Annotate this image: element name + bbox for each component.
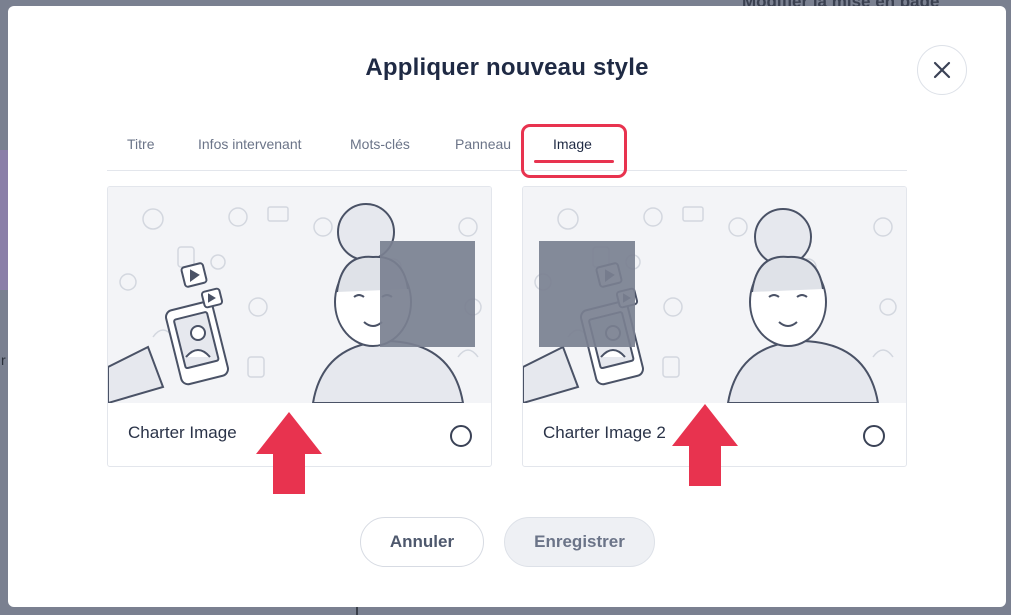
- card-label: Charter Image 2: [543, 423, 666, 442]
- cancel-button[interactable]: Annuler: [360, 517, 484, 567]
- close-button[interactable]: [917, 45, 967, 95]
- card-radio[interactable]: [863, 425, 885, 447]
- apply-style-modal: Appliquer nouveau style Titre Infos inte…: [8, 6, 1006, 607]
- annotation-arrow-up-icon: [672, 404, 738, 486]
- background-divider: [356, 606, 358, 615]
- card-label: Charter Image: [128, 423, 237, 442]
- card-preview-image: [108, 187, 491, 405]
- illustration-person-phone: [108, 203, 482, 405]
- tab-titre[interactable]: Titre: [127, 136, 154, 152]
- card-radio[interactable]: [450, 425, 472, 447]
- card-preview-image: [523, 187, 906, 405]
- tab-panneau[interactable]: Panneau: [455, 136, 511, 152]
- illustration-person-phone: [523, 206, 897, 405]
- modal-title: Appliquer nouveau style: [365, 54, 649, 81]
- tab-image-highlight-box: [521, 124, 627, 178]
- annotation-arrow-up-icon: [256, 412, 322, 494]
- tab-infos-intervenant[interactable]: Infos intervenant: [198, 136, 302, 152]
- save-button[interactable]: Enregistrer: [504, 517, 655, 567]
- background-left-strip: [0, 150, 8, 290]
- style-tabs: Titre Infos intervenant Mots-clés Pannea…: [107, 126, 907, 171]
- background-left-fragment: r: [1, 352, 6, 368]
- close-icon: [933, 61, 951, 79]
- tab-mots-cles[interactable]: Mots-clés: [350, 136, 410, 152]
